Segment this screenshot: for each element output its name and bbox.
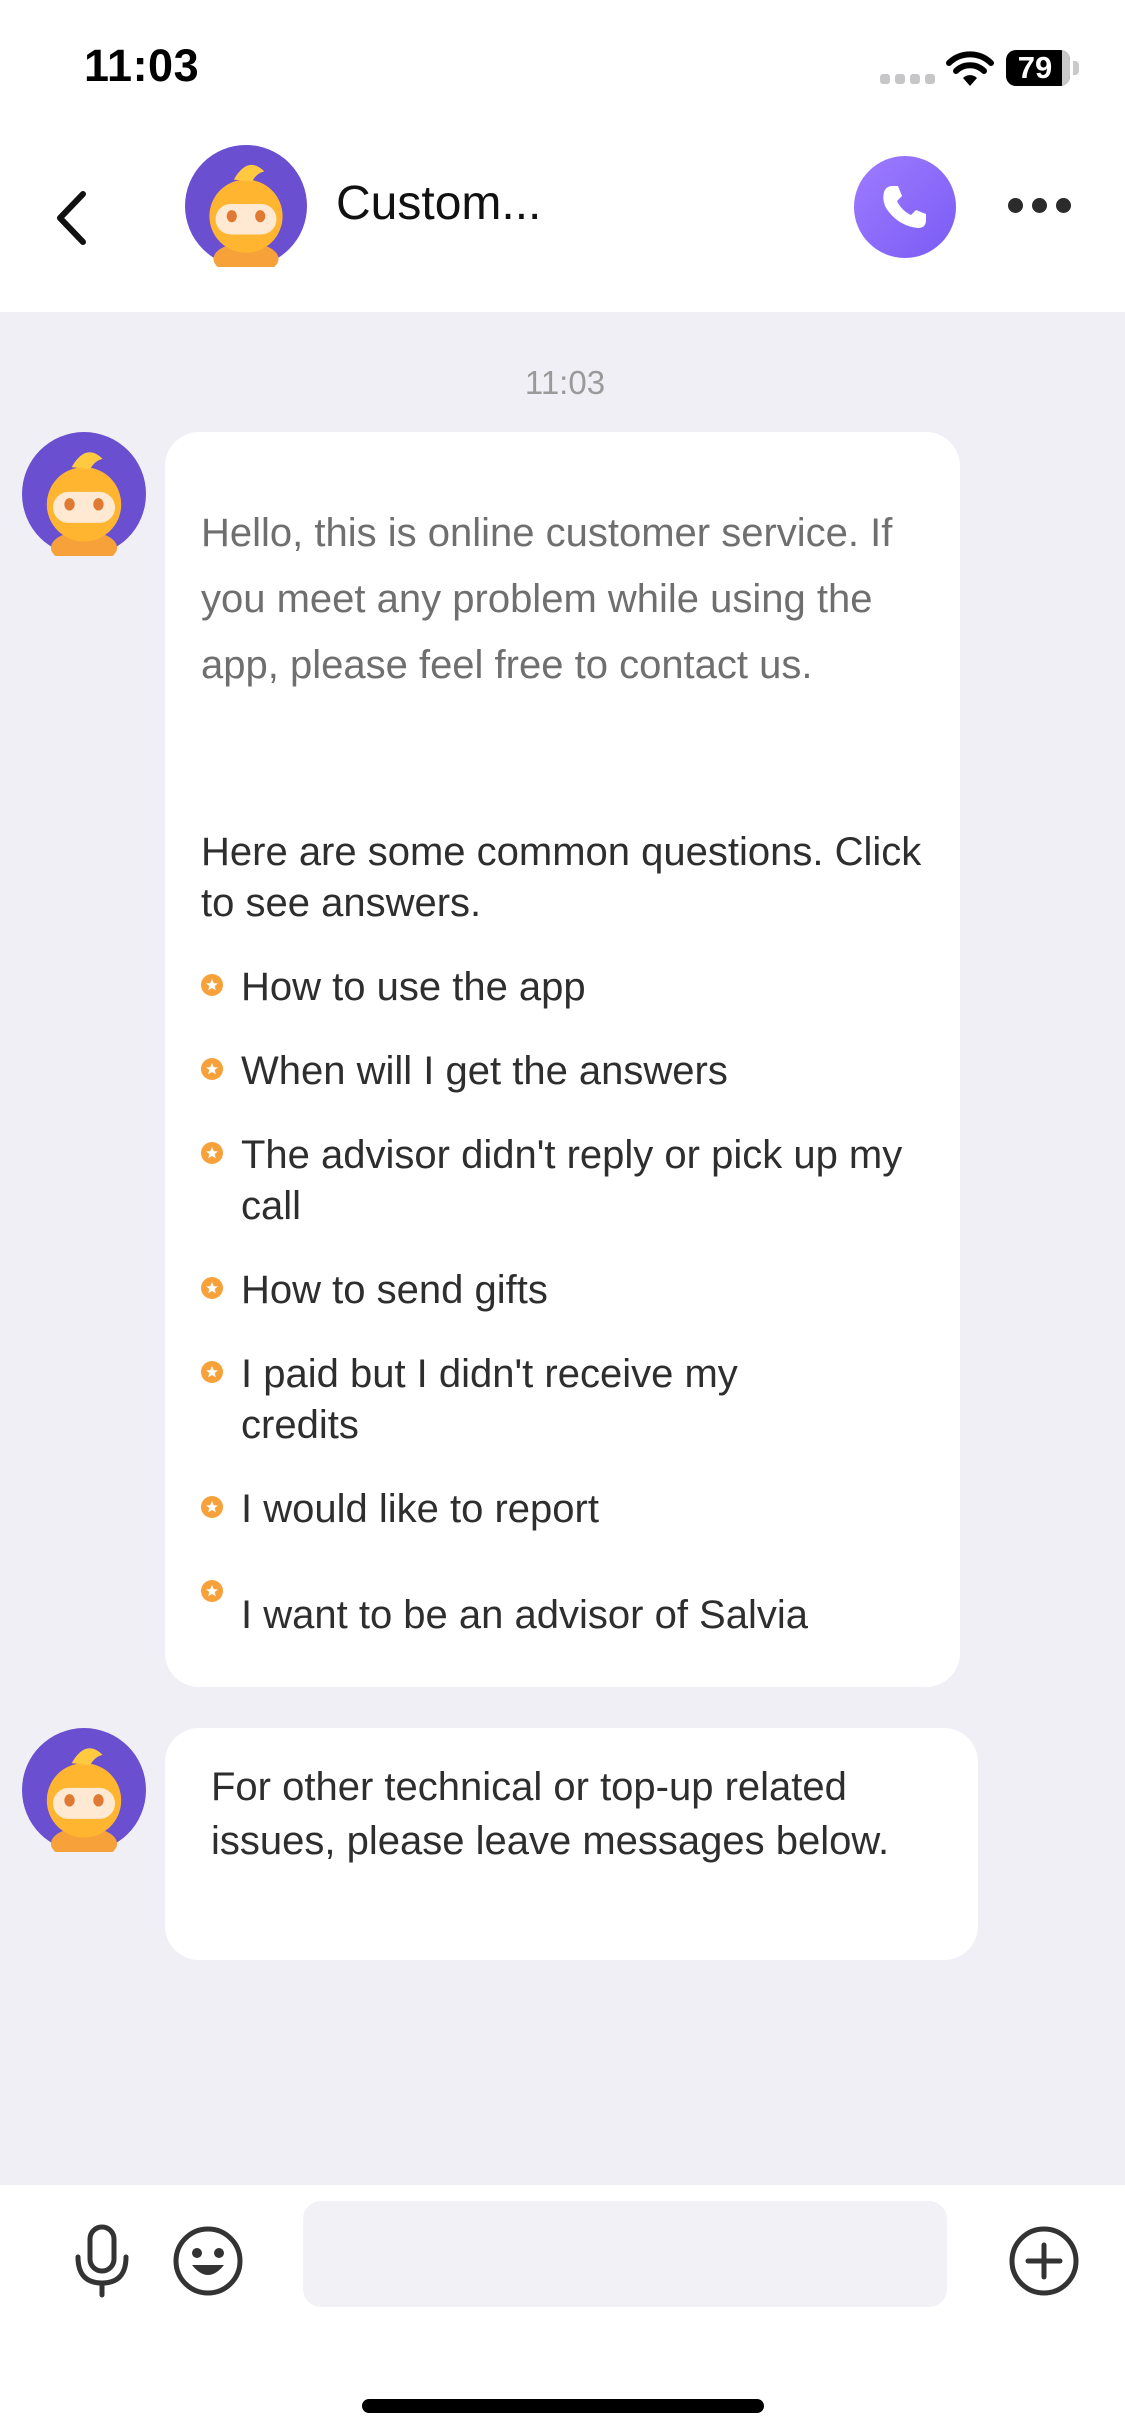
faq-item[interactable]: How to use the app bbox=[201, 962, 961, 1013]
faq-item[interactable]: The advisor didn't reply or pick up my c… bbox=[201, 1130, 961, 1232]
faq-item-label: I want to be an advisor of Salvia bbox=[241, 1593, 808, 1637]
chat-area[interactable]: 11:03 Hello, this is online customer ser… bbox=[0, 312, 1125, 2185]
faq-item-label: I would like to report bbox=[241, 1487, 599, 1531]
more-icon[interactable] bbox=[1008, 198, 1072, 214]
message-timestamp: 11:03 bbox=[524, 364, 606, 401]
message-bubble-other: For other technical or top-up related is… bbox=[165, 1728, 978, 1960]
status-bar: 11:03 79 bbox=[0, 0, 1125, 140]
faq-intro-text: Here are some common questions. Click to… bbox=[201, 830, 922, 925]
star-bullet-icon bbox=[201, 1496, 223, 1518]
message-bubble-faq: Hello, this is online customer service. … bbox=[165, 432, 960, 1687]
back-icon[interactable] bbox=[48, 182, 98, 254]
faq-item-label: How to send gifts bbox=[241, 1268, 548, 1312]
emoji-icon[interactable] bbox=[172, 2225, 244, 2297]
battery-icon: 79 bbox=[1006, 50, 1080, 86]
faq-item-label: How to use the app bbox=[241, 965, 586, 1009]
avatar[interactable] bbox=[185, 145, 307, 267]
nav-bar: Custom... bbox=[0, 140, 1125, 312]
call-button[interactable] bbox=[854, 156, 956, 258]
phone-icon bbox=[883, 186, 926, 228]
star-bullet-icon bbox=[201, 974, 223, 996]
home-indicator bbox=[362, 2399, 764, 2413]
battery-level: 79 bbox=[1017, 50, 1053, 85]
faq-item[interactable]: I want to be an advisor of Salvia bbox=[201, 1568, 961, 1641]
message-input[interactable] bbox=[303, 2201, 947, 2307]
faq-item[interactable]: How to send gifts bbox=[201, 1265, 961, 1316]
faq-item-label: When will I get the answers bbox=[241, 1049, 728, 1093]
status-time: 11:03 bbox=[84, 40, 200, 91]
star-bullet-icon bbox=[201, 1580, 223, 1602]
input-bar bbox=[0, 2185, 1125, 2436]
agent-avatar[interactable] bbox=[22, 432, 146, 556]
add-icon[interactable] bbox=[1008, 2225, 1080, 2297]
star-bullet-icon bbox=[201, 1142, 223, 1164]
faq-item[interactable]: When will I get the answers bbox=[201, 1046, 961, 1097]
agent-avatar[interactable] bbox=[22, 1728, 146, 1852]
signal-icon bbox=[880, 70, 936, 84]
other-issues-text: For other technical or top-up related is… bbox=[211, 1765, 890, 1863]
microphone-icon[interactable] bbox=[70, 2223, 134, 2299]
star-bullet-icon bbox=[201, 1361, 223, 1383]
faq-item-label: The advisor didn't reply or pick up my c… bbox=[241, 1133, 903, 1228]
star-bullet-icon bbox=[201, 1277, 223, 1299]
faq-item-label: I paid but I didn't receive my credits bbox=[241, 1352, 738, 1447]
chat-title: Custom... bbox=[336, 177, 542, 230]
faq-item[interactable]: I would like to report bbox=[201, 1484, 961, 1535]
greeting-text: Hello, this is online customer service. … bbox=[201, 511, 893, 687]
faq-item[interactable]: I paid but I didn't receive my credits bbox=[201, 1349, 801, 1451]
star-bullet-icon bbox=[201, 1058, 223, 1080]
wifi-icon bbox=[946, 51, 994, 86]
